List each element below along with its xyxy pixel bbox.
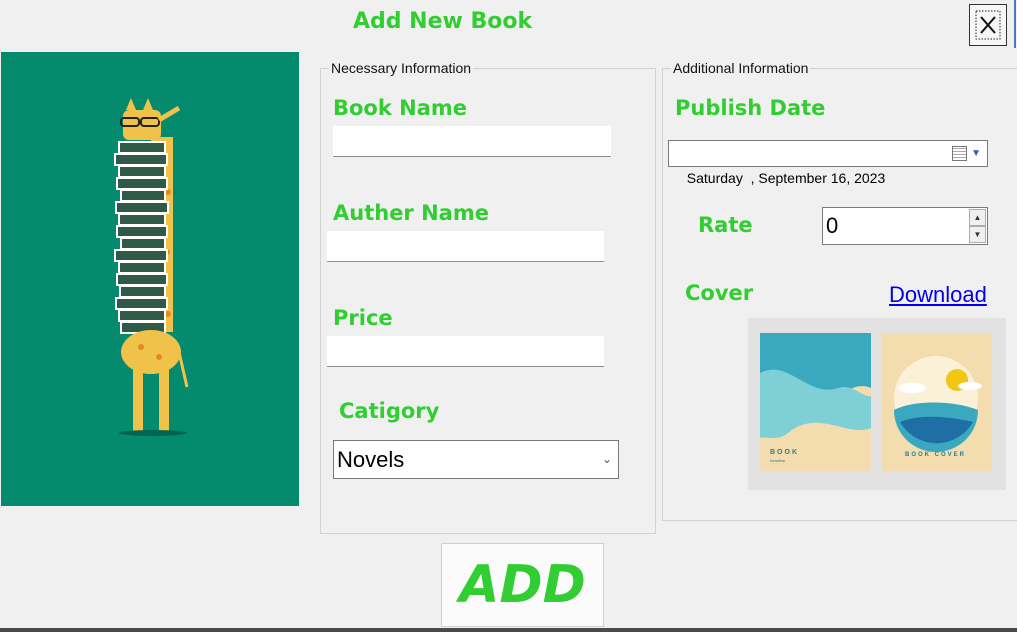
cover-label: Cover — [685, 281, 754, 305]
author-name-label: Auther Name — [333, 201, 489, 225]
cover-preview-image: BOOK headline BOOK COVER — [748, 318, 1006, 490]
author-name-input[interactable] — [327, 231, 604, 262]
chevron-down-icon: ⌄ — [601, 452, 612, 466]
calendar-icon[interactable] — [952, 146, 967, 161]
publish-date-label: Publish Date — [675, 96, 826, 120]
necessary-info-legend: Necessary Information — [329, 60, 474, 76]
rate-numeric-input[interactable]: 0 ▲ ▼ — [822, 207, 988, 245]
additional-info-legend: Additional Information — [671, 60, 811, 76]
publish-date-picker[interactable]: Saturday , September 16, 2023 ▼ — [668, 140, 988, 186]
cover-left-title: BOOK — [770, 449, 799, 456]
window-bottom-edge — [0, 628, 1017, 632]
rate-value: 0 — [826, 213, 839, 238]
close-icon — [975, 10, 1001, 40]
rate-label: Rate — [698, 213, 753, 237]
form-title: Add New Book — [353, 9, 533, 34]
date-rest: , September 16, 2023 — [742, 170, 886, 186]
date-dropdown-icon[interactable]: ▼ — [971, 141, 981, 166]
price-label: Price — [333, 306, 393, 330]
category-label: Catigory — [339, 399, 440, 423]
category-select[interactable]: Novels ⌄ — [333, 440, 619, 479]
giraffe-illustration — [1, 52, 299, 506]
category-selected-value: Novels — [337, 447, 405, 472]
cover-left-sub: headline — [770, 458, 786, 463]
date-day: Saturday — [686, 170, 743, 186]
cover-right-title: BOOK COVER — [905, 452, 966, 458]
book-name-label: Book Name — [333, 96, 468, 120]
window-edge — [1014, 0, 1016, 48]
spin-down-icon[interactable]: ▼ — [969, 226, 986, 243]
download-link[interactable]: Download — [889, 282, 987, 308]
add-button[interactable]: ADD — [441, 543, 604, 627]
close-button[interactable] — [969, 4, 1007, 46]
price-input[interactable] — [327, 336, 604, 367]
book-name-input[interactable] — [333, 126, 611, 157]
